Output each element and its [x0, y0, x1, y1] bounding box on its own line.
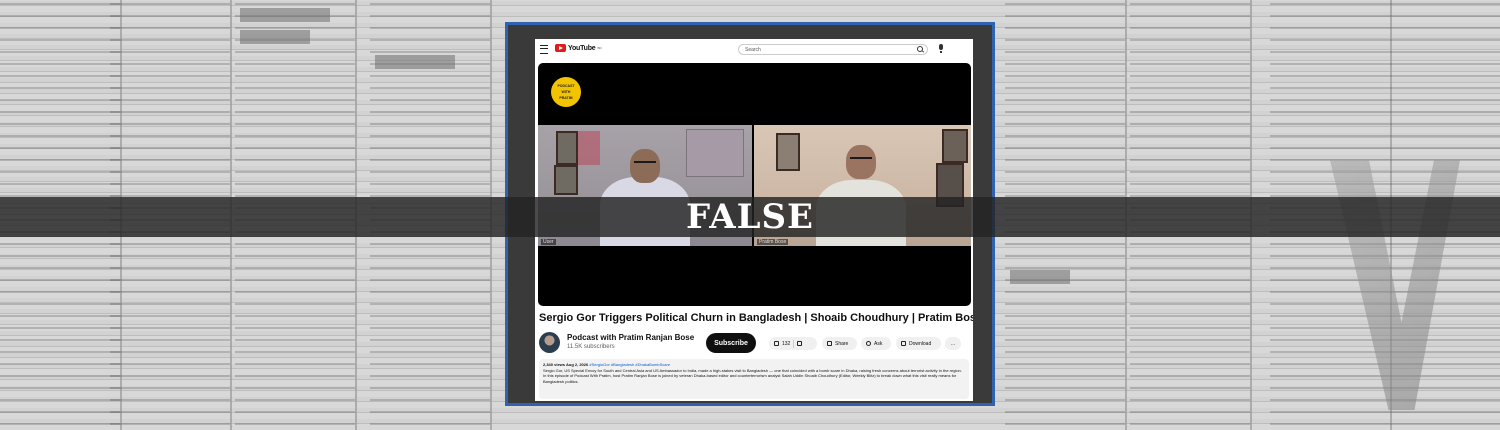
share-icon [827, 341, 832, 346]
video-player[interactable]: PODCAST WITH PRATIM User Pratim Bose [538, 63, 971, 306]
ask-button[interactable]: Ask [861, 337, 891, 350]
like-divider [793, 339, 795, 348]
youtube-region: BD [597, 46, 602, 50]
like-count[interactable]: 132 [782, 341, 790, 347]
views-date: 2,340 views Aug 2, 2026 [543, 362, 589, 367]
youtube-topbar: YouTube BD Search [535, 39, 973, 59]
channel-badge-logo: PODCAST WITH PRATIM [551, 77, 581, 107]
thumbs-up-icon[interactable] [774, 341, 779, 346]
share-button[interactable]: Share [822, 337, 857, 350]
more-icon: … [950, 340, 956, 347]
more-actions-button[interactable]: … [945, 337, 961, 350]
youtube-logo-text: YouTube [568, 44, 596, 52]
subscribe-button[interactable]: Subscribe [706, 333, 756, 353]
download-button[interactable]: Download [896, 337, 941, 350]
description-text: Sergio Gor, US Special Envoy for South a… [543, 367, 962, 384]
thumbs-down-icon[interactable] [797, 341, 803, 346]
channel-row: Podcast with Pratim Ranjan Bose 11.5K su… [539, 331, 969, 355]
verdict-banner: FALSE [0, 197, 1500, 237]
sparkle-icon [866, 341, 871, 346]
youtube-play-icon [555, 44, 566, 52]
menu-icon[interactable] [540, 45, 548, 54]
participant-label-right: Pratim Bose [757, 239, 789, 245]
hashtags[interactable]: #SergioGor #Bangladesh #DhakaBombScare [589, 362, 670, 367]
share-label: Share [835, 340, 849, 347]
video-title: Sergio Gor Triggers Political Churn in B… [539, 312, 973, 324]
channel-name[interactable]: Podcast with Pratim Ranjan Bose [567, 333, 694, 342]
search-icon[interactable] [917, 46, 923, 52]
verdict-label: FALSE [686, 197, 814, 237]
search-input[interactable]: Search [738, 44, 928, 55]
channel-avatar[interactable] [539, 332, 560, 353]
ask-label: Ask [874, 340, 883, 347]
participant-label-left: User [541, 239, 556, 245]
subscriber-count: 11.5K subscribers [567, 344, 615, 350]
microphone-icon[interactable] [939, 44, 943, 53]
youtube-logo[interactable]: YouTube BD [555, 44, 602, 52]
download-icon [901, 341, 906, 346]
video-description[interactable]: 2,340 views Aug 2, 2026 #SergioGor #Bang… [539, 359, 969, 399]
like-dislike-group: 132 [769, 337, 817, 350]
download-label: Download [909, 340, 932, 347]
